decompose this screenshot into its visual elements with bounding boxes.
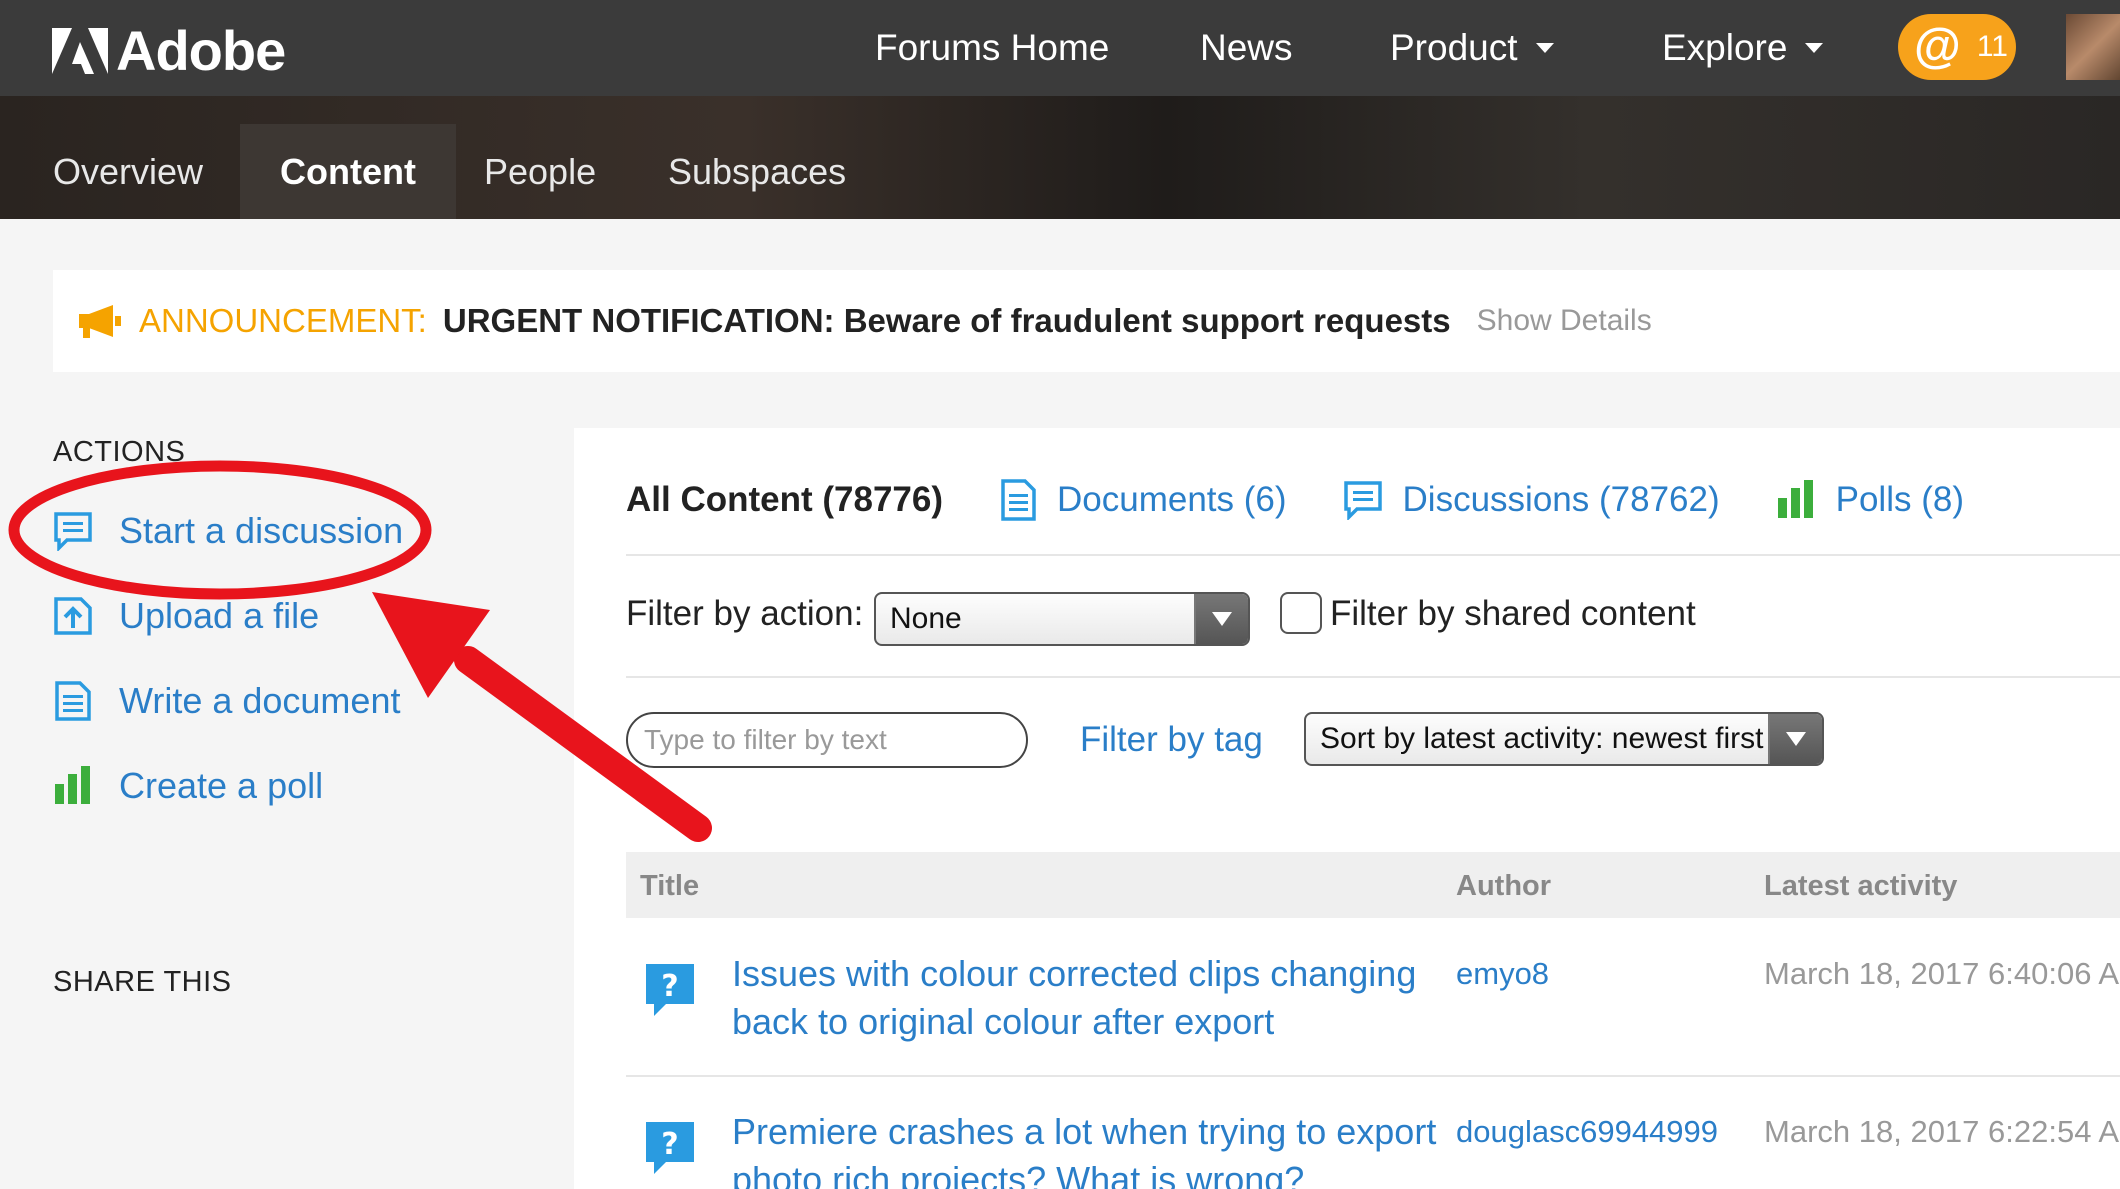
row-author-link[interactable]: emyo8 <box>1456 956 1549 992</box>
question-icon: ? <box>644 962 696 1023</box>
adobe-logo-icon <box>52 27 108 74</box>
chevron-down-icon <box>1535 43 1554 53</box>
notification-count: 11 <box>1976 30 2008 63</box>
tab-documents-label: Documents (6) <box>1057 480 1287 519</box>
tab-all-content-label: All Content (78776) <box>626 480 943 519</box>
actions-heading: ACTIONS <box>53 436 186 468</box>
space-header: Overview Content People Subspaces <box>0 96 2120 219</box>
brand-name: Adobe <box>116 19 286 82</box>
svg-text:?: ? <box>661 969 678 1004</box>
notifications-badge[interactable]: @ 11 <box>1898 14 2016 80</box>
filter-action-label: Filter by action: <box>626 594 864 633</box>
document-icon <box>999 479 1037 521</box>
show-details-link[interactable]: Show Details <box>1477 304 1652 338</box>
tab-discussions[interactable]: Discussions (78762) <box>1343 480 1720 520</box>
tab-subspaces[interactable]: Subspaces <box>628 124 886 219</box>
tab-all-content[interactable]: All Content (78776) <box>626 480 943 520</box>
start-discussion-label: Start a discussion <box>119 510 404 551</box>
sort-select[interactable]: Sort by latest activity: newest first <box>1304 712 1824 766</box>
poll-icon <box>1776 480 1816 520</box>
write-document-label: Write a document <box>119 680 401 721</box>
tab-overview[interactable]: Overview <box>0 124 243 219</box>
create-poll-link[interactable]: Create a poll <box>53 765 323 807</box>
column-latest-activity[interactable]: Latest activity <box>1764 870 1957 903</box>
row-divider <box>626 1075 2120 1077</box>
upload-icon <box>53 596 93 636</box>
nav-forums-home[interactable]: Forums Home <box>875 0 1109 96</box>
poll-icon <box>53 766 93 806</box>
create-poll-label: Create a poll <box>119 765 324 806</box>
document-icon <box>53 681 93 721</box>
tab-content[interactable]: Content <box>240 124 456 219</box>
discussion-icon <box>53 511 93 551</box>
row-latest-activity: March 18, 2017 6:22:54 AM <box>1764 1114 2120 1149</box>
mention-icon: @ <box>1914 20 1961 73</box>
row-title-link[interactable]: Premiere crashes a lot when trying to ex… <box>732 1108 1452 1189</box>
nav-explore[interactable]: Explore <box>1662 0 1824 96</box>
adobe-logo[interactable]: Adobe <box>52 18 286 83</box>
announcement-message: URGENT NOTIFICATION: Beware of fraudulen… <box>442 302 1451 339</box>
chevron-down-icon <box>1194 594 1248 644</box>
shared-content-label: Filter by shared content <box>1330 594 1696 633</box>
filters-divider <box>626 676 2120 678</box>
announcement-label: ANNOUNCEMENT: <box>139 302 427 339</box>
content-type-tabs: All Content (78776) Documents (6) Discus… <box>626 470 2020 530</box>
text-filter-input[interactable] <box>626 712 1028 768</box>
tab-discussions-label: Discussions (78762) <box>1402 480 1720 519</box>
nav-product[interactable]: Product <box>1390 0 1554 96</box>
tab-polls[interactable]: Polls (8) <box>1776 480 1964 520</box>
chevron-down-icon <box>1768 714 1822 764</box>
nav-explore-label: Explore <box>1662 27 1788 68</box>
filter-by-tag-link[interactable]: Filter by tag <box>1080 720 1263 760</box>
shared-content-checkbox[interactable] <box>1280 592 1322 634</box>
write-document-link[interactable]: Write a document <box>53 680 400 722</box>
row-author-link[interactable]: douglasc69944999 <box>1456 1114 1718 1150</box>
upload-file-link[interactable]: Upload a file <box>53 595 319 637</box>
table-header: Title Author Latest activity <box>626 852 2120 918</box>
tab-polls-label: Polls (8) <box>1835 480 1964 519</box>
share-heading: SHARE THIS <box>53 966 232 998</box>
tab-people[interactable]: People <box>444 124 636 219</box>
table-row: ? Premiere crashes a lot when trying to … <box>626 1108 2120 1189</box>
chevron-down-icon <box>1805 43 1824 53</box>
upload-file-label: Upload a file <box>119 595 320 636</box>
table-row: ? Issues with colour corrected clips cha… <box>626 950 2120 1076</box>
user-avatar[interactable] <box>2066 14 2120 80</box>
column-title[interactable]: Title <box>640 870 699 903</box>
sort-value: Sort by latest activity: newest first <box>1320 722 1764 755</box>
row-latest-activity: March 18, 2017 6:40:06 AM <box>1764 956 2120 991</box>
start-discussion-link[interactable]: Start a discussion <box>53 510 403 552</box>
nav-news[interactable]: News <box>1200 0 1293 96</box>
nav-product-label: Product <box>1390 27 1518 68</box>
discussion-icon <box>1343 480 1383 520</box>
question-icon: ? <box>644 1120 696 1181</box>
filter-action-select[interactable]: None <box>874 592 1250 646</box>
tab-documents[interactable]: Documents (6) <box>999 479 1287 521</box>
svg-text:?: ? <box>661 1127 678 1162</box>
tabs-divider <box>626 554 2120 556</box>
column-author[interactable]: Author <box>1456 870 1551 903</box>
megaphone-icon <box>79 305 121 338</box>
announcement-banner: ANNOUNCEMENT: URGENT NOTIFICATION: Bewar… <box>53 270 2120 372</box>
top-navigation-bar: Adobe Forums Home News Product Explore @… <box>0 0 2120 96</box>
row-title-link[interactable]: Issues with colour corrected clips chang… <box>732 950 1452 1046</box>
filter-action-value: None <box>890 602 962 635</box>
